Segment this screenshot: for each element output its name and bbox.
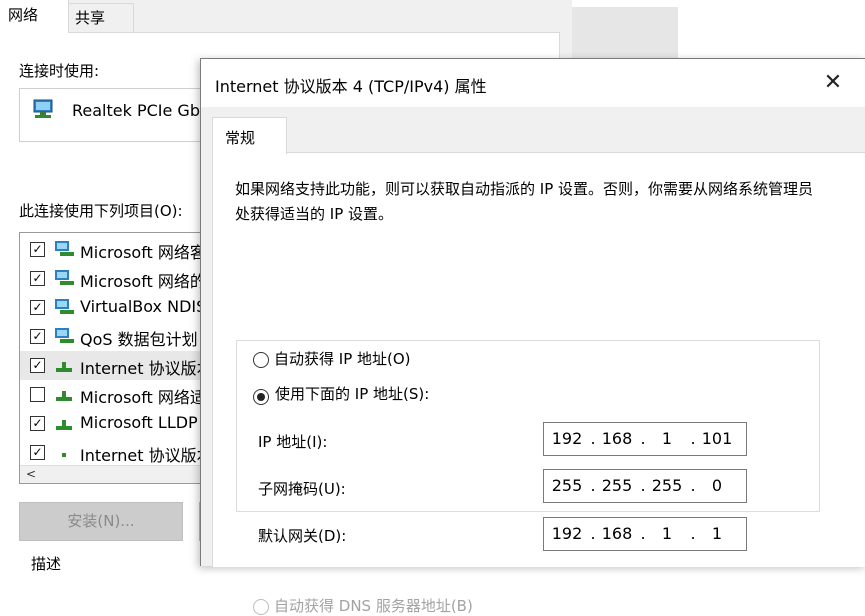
item-label: Internet 协议版本 — [80, 446, 213, 465]
auto-dns-label[interactable]: 自动获得 DNS 服务器地址(B) — [274, 595, 473, 616]
close-icon[interactable]: ✕ — [818, 68, 848, 98]
ipv4-properties-dialog: Internet 协议版本 4 (TCP/IPv4) 属性 ✕ 常规 如果网络支… — [200, 58, 865, 615]
list-item[interactable]: ✓ Internet 协议版本 — [20, 438, 220, 467]
list-item[interactable]: ✓ Internet 协议版本 — [20, 351, 220, 380]
item-label: Internet 协议版本 — [80, 359, 213, 378]
network-client-icon — [55, 241, 74, 256]
manual-ip-label[interactable]: 使用下面的 IP 地址(S): — [271, 383, 434, 404]
auto-dns-radio[interactable] — [253, 599, 269, 615]
network-client-icon — [55, 299, 74, 314]
item-label: VirtualBox NDIS — [80, 297, 207, 316]
item-label: Microsoft LLDP — [80, 413, 198, 432]
items-list[interactable]: ✓ Microsoft 网络客 ✓ Microsoft 网络的 ✓ Virtua… — [19, 232, 221, 484]
checkbox[interactable]: ✓ — [30, 445, 45, 460]
protocol-icon — [56, 420, 72, 430]
manual-ip-radio[interactable] — [253, 389, 269, 405]
checkbox[interactable]: ✓ — [30, 358, 45, 373]
protocol-icon — [56, 362, 72, 372]
network-adapter-icon — [33, 99, 53, 118]
tab-network[interactable]: 网络 — [0, 0, 69, 33]
checkbox[interactable]: ✓ — [30, 416, 45, 431]
list-item[interactable]: ✓ QoS 数据包计划 — [20, 322, 220, 351]
general-panel: 如果网络支持此功能，则可以获取自动指派的 IP 设置。否则，你需要从网络系统管理… — [212, 152, 865, 615]
item-label: Microsoft 网络客 — [80, 243, 206, 262]
network-client-icon — [55, 270, 74, 285]
gateway-field[interactable]: 192 . 168 . 1 . 1 — [543, 517, 747, 551]
install-button[interactable]: 安装(N)... — [19, 502, 183, 541]
tab-bar: 网络 共享 — [0, 0, 572, 33]
checkbox[interactable]: ✓ — [30, 329, 45, 344]
tab-sharing[interactable]: 共享 — [66, 3, 134, 32]
protocol-icon — [62, 453, 66, 457]
connect-using-label: 连接时使用: — [19, 62, 100, 80]
dialog-title: Internet 协议版本 4 (TCP/IPv4) 属性 — [215, 77, 487, 96]
tab-general-label: 常规 — [225, 129, 256, 147]
item-label: Microsoft 网络的 — [80, 272, 206, 291]
network-client-icon — [55, 328, 74, 343]
ip-address-field[interactable]: 192 . 168 . 1 . 101 — [543, 422, 747, 456]
list-item[interactable]: ✓ Microsoft 网络客 — [20, 235, 220, 264]
list-item[interactable]: ✓ VirtualBox NDIS — [20, 293, 220, 322]
checkbox[interactable]: ✓ — [30, 242, 45, 257]
items-label: 此连接使用下列项目(O): — [19, 202, 183, 220]
description-text: 如果网络支持此功能，则可以获取自动指派的 IP 设置。否则，你需要从网络系统管理… — [235, 180, 814, 223]
tab-general[interactable]: 常规 — [212, 117, 287, 154]
scroll-left-icon[interactable]: < — [26, 466, 36, 483]
subnet-mask-label: 子网掩码(U): — [258, 480, 346, 498]
checkbox[interactable]: ✓ — [30, 271, 45, 286]
horizontal-scrollbar[interactable]: < — [20, 465, 220, 483]
list-item[interactable]: ✓ Microsoft LLDP — [20, 409, 220, 438]
list-item[interactable]: Microsoft 网络适 — [20, 380, 220, 409]
checkbox[interactable]: ✓ — [30, 300, 45, 315]
item-label: QoS 数据包计划 — [80, 330, 198, 349]
title-bar[interactable]: Internet 协议版本 4 (TCP/IPv4) 属性 ✕ — [201, 59, 865, 107]
adapter-box: Realtek PCIe Gb — [19, 88, 221, 142]
item-label: Microsoft 网络适 — [80, 388, 206, 407]
ip-address-label: IP 地址(I): — [258, 433, 328, 451]
protocol-icon — [56, 391, 72, 401]
adapter-name: Realtek PCIe Gb — [72, 101, 200, 120]
gateway-label: 默认网关(D): — [258, 527, 347, 545]
description-label: 描述 — [31, 555, 62, 573]
subnet-mask-field[interactable]: 255 . 255 . 255 . 0 — [543, 469, 747, 503]
checkbox[interactable] — [30, 387, 45, 402]
list-item[interactable]: ✓ Microsoft 网络的 — [20, 264, 220, 293]
